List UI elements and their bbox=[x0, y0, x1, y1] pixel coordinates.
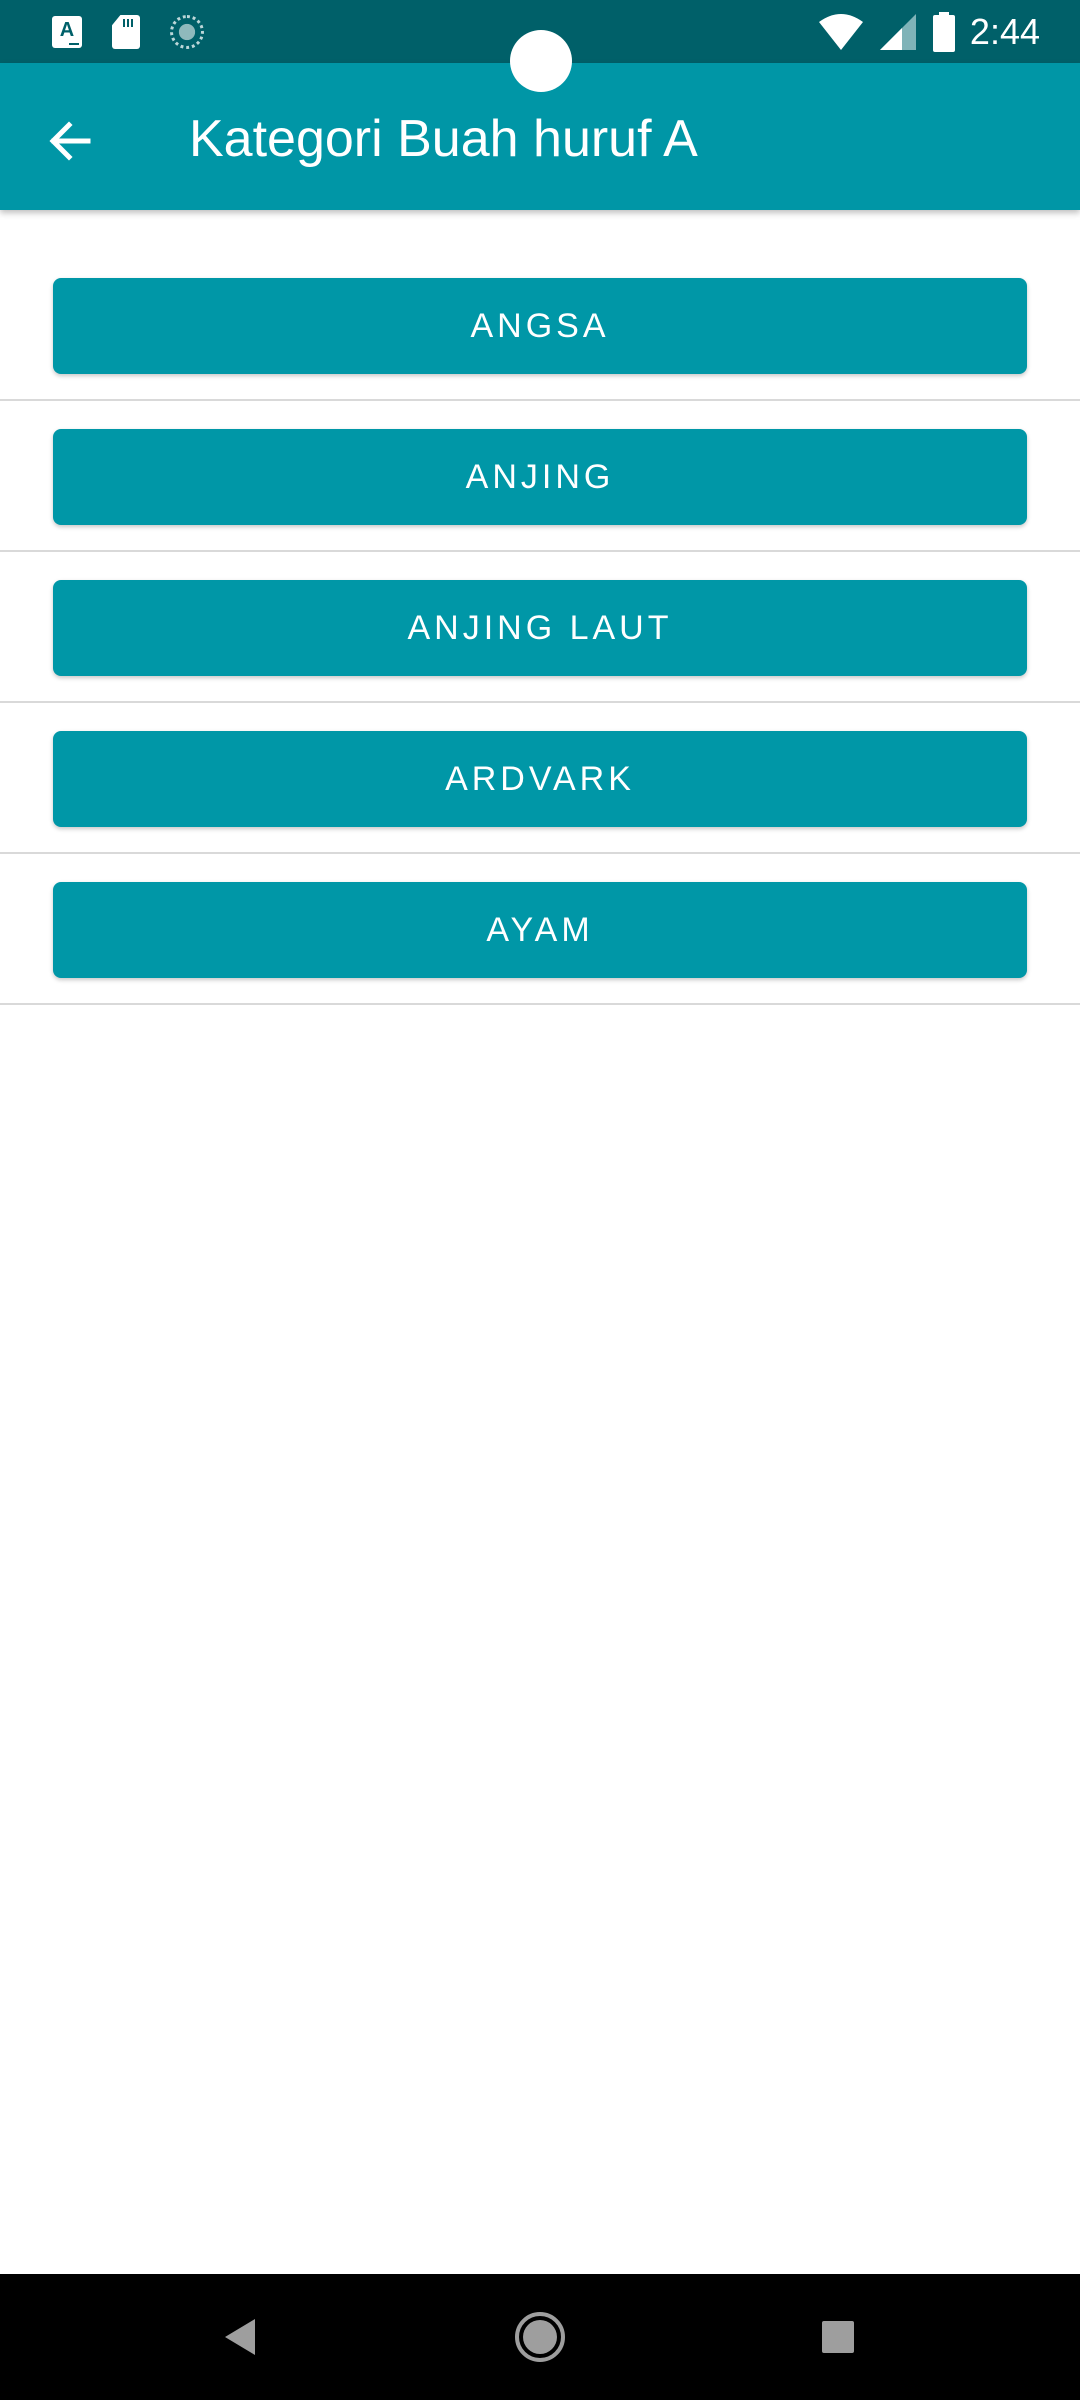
category-list: ANGSA ANJING ANJING LAUT ARDVARK AYAM bbox=[0, 210, 1080, 1005]
list-item: ARDVARK bbox=[0, 703, 1080, 854]
anjing-laut-button[interactable]: ANJING LAUT bbox=[53, 580, 1027, 676]
list-item: ANJING bbox=[0, 401, 1080, 552]
recents-square-icon bbox=[822, 2321, 854, 2353]
back-triangle-icon bbox=[225, 2319, 255, 2355]
battery-icon bbox=[932, 12, 955, 52]
list-item: AYAM bbox=[0, 854, 1080, 1005]
screen: A 2:44 Kategori Buah huruf A ANGSA ANJIN… bbox=[0, 0, 1080, 2400]
camera-cutout bbox=[510, 30, 572, 92]
list-item: ANGSA bbox=[0, 210, 1080, 401]
status-right-icons: 2:44 bbox=[818, 10, 1040, 54]
arrow-back-icon bbox=[49, 121, 91, 161]
font-a-icon: A bbox=[52, 16, 82, 48]
page-title: Kategori Buah huruf A bbox=[189, 110, 698, 168]
nav-bar bbox=[0, 2274, 1080, 2400]
angsa-button[interactable]: ANGSA bbox=[53, 278, 1027, 374]
list-item: ANJING LAUT bbox=[0, 552, 1080, 703]
wifi-icon bbox=[818, 14, 863, 50]
nav-back-button[interactable] bbox=[210, 2307, 270, 2367]
status-left-icons: A bbox=[52, 14, 204, 50]
home-circle-icon bbox=[515, 2312, 565, 2362]
sd-card-icon bbox=[112, 15, 140, 49]
cell-signal-icon bbox=[879, 14, 916, 50]
back-button[interactable] bbox=[30, 101, 110, 181]
nav-home-button[interactable] bbox=[510, 2307, 570, 2367]
ayam-button[interactable]: AYAM bbox=[53, 882, 1027, 978]
ardvark-button[interactable]: ARDVARK bbox=[53, 731, 1027, 827]
status-time: 2:44 bbox=[969, 11, 1040, 52]
sync-icon bbox=[170, 15, 204, 49]
nav-recents-button[interactable] bbox=[808, 2307, 868, 2367]
anjing-button[interactable]: ANJING bbox=[53, 429, 1027, 525]
